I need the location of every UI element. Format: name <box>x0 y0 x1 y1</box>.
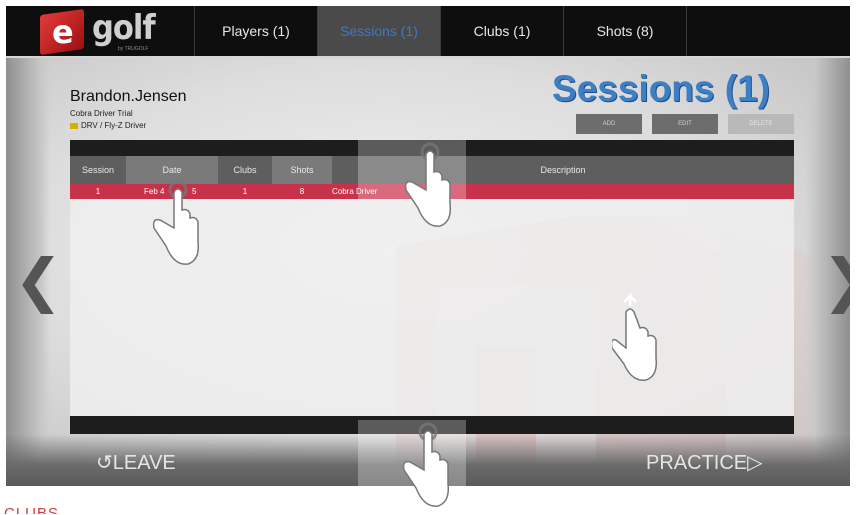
edit-button[interactable]: EDIT <box>652 114 718 134</box>
leave-icon: ↺ <box>96 452 113 474</box>
cell-shots: 8 <box>299 187 305 196</box>
e6golf-logo: e golf by TRUGOLF <box>6 6 186 56</box>
swipe-up-hand-icon <box>612 292 658 381</box>
column-header-clubs[interactable]: Clubs <box>218 156 272 184</box>
caption-heading: CLUBS <box>4 505 60 514</box>
tab-clubs[interactable]: Clubs (1) <box>440 6 563 56</box>
tap-hand-icon <box>404 142 452 227</box>
club-label: DRV / Fly-Z Driver <box>81 121 147 130</box>
previous-arrow-icon[interactable]: ❮ <box>14 246 63 314</box>
delete-button[interactable]: DELETE <box>728 114 794 134</box>
session-name: Cobra Driver Trial <box>70 109 133 118</box>
tab-sessions[interactable]: Sessions (1) <box>317 6 440 56</box>
player-name: Brandon.Jensen <box>70 88 187 105</box>
logo-wordmark: golf <box>92 8 156 48</box>
tap-hand-icon <box>152 180 200 265</box>
next-arrow-icon[interactable]: ❯ <box>822 246 850 314</box>
column-header-session[interactable]: Session <box>70 156 126 184</box>
tab-shots[interactable]: Shots (8) <box>563 6 686 56</box>
tab-players[interactable]: Players (1) <box>194 6 317 56</box>
practice-icon: ▷ <box>747 452 763 474</box>
column-header-shots[interactable]: Shots <box>272 156 332 184</box>
cell-session: 1 <box>95 187 101 196</box>
practice-button[interactable]: PRACTICE▷ <box>646 450 763 475</box>
club-color-swatch <box>70 122 78 129</box>
logo-letter: e <box>52 13 74 51</box>
leave-button[interactable]: ↺LEAVE <box>96 450 176 475</box>
page-title: Sessions (1) <box>552 68 770 109</box>
add-button[interactable]: ADD <box>576 114 642 134</box>
top-nav-bar: e golf by TRUGOLF Players (1) Sessions (… <box>6 6 850 56</box>
club-line: DRV / Fly-Z Driver <box>70 121 146 130</box>
tap-hand-icon <box>402 422 450 507</box>
practice-label: PRACTICE <box>646 452 748 474</box>
tab-empty-slot <box>686 6 850 56</box>
cell-clubs: 1 <box>242 187 248 196</box>
logo-subtitle: by TRUGOLF <box>118 46 149 52</box>
leave-label: LEAVE <box>112 452 176 474</box>
